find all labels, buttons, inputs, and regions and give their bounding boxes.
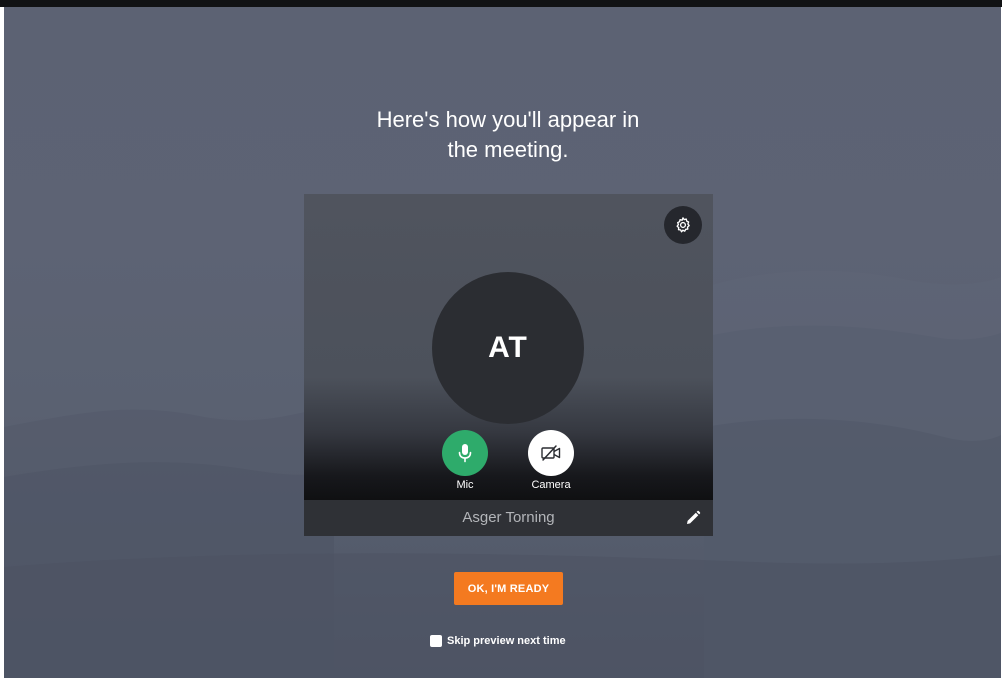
mic-toggle-button[interactable]: Mic (435, 430, 495, 492)
camera-label: Camera (531, 479, 571, 491)
skip-preview-label: Skip preview next time (447, 635, 566, 647)
skip-preview-checkbox[interactable] (430, 635, 442, 647)
pencil-icon (687, 510, 701, 524)
page-title-line-2: the meeting. (447, 137, 569, 162)
self-preview-panel: AT Mic Camera Asger Torning (304, 194, 713, 536)
meeting-preview-screen: Here's how you'll appear in the meeting.… (4, 7, 1001, 678)
page-title: Here's how you'll appear in the meeting. (302, 105, 714, 165)
camera-off-icon (541, 445, 561, 461)
window-top-bar (0, 0, 1002, 7)
gear-icon (676, 217, 690, 233)
ready-button[interactable]: OK, I'M READY (454, 572, 563, 605)
page-title-line-1: Here's how you'll appear in (376, 107, 640, 132)
display-name-bar: Asger Torning (304, 500, 713, 536)
edit-name-button[interactable] (684, 509, 702, 527)
mic-label: Mic (456, 479, 474, 491)
skip-preview-option[interactable]: Skip preview next time (430, 633, 566, 649)
display-name: Asger Torning (462, 509, 555, 526)
video-preview-area: AT Mic Camera (304, 194, 713, 500)
mic-button-circle[interactable] (442, 430, 488, 476)
settings-button[interactable] (664, 206, 702, 244)
camera-button-circle[interactable] (528, 430, 574, 476)
avatar: AT (432, 272, 584, 424)
camera-toggle-button[interactable]: Camera (521, 430, 581, 492)
avatar-initials: AT (488, 331, 528, 364)
microphone-icon (458, 444, 472, 463)
